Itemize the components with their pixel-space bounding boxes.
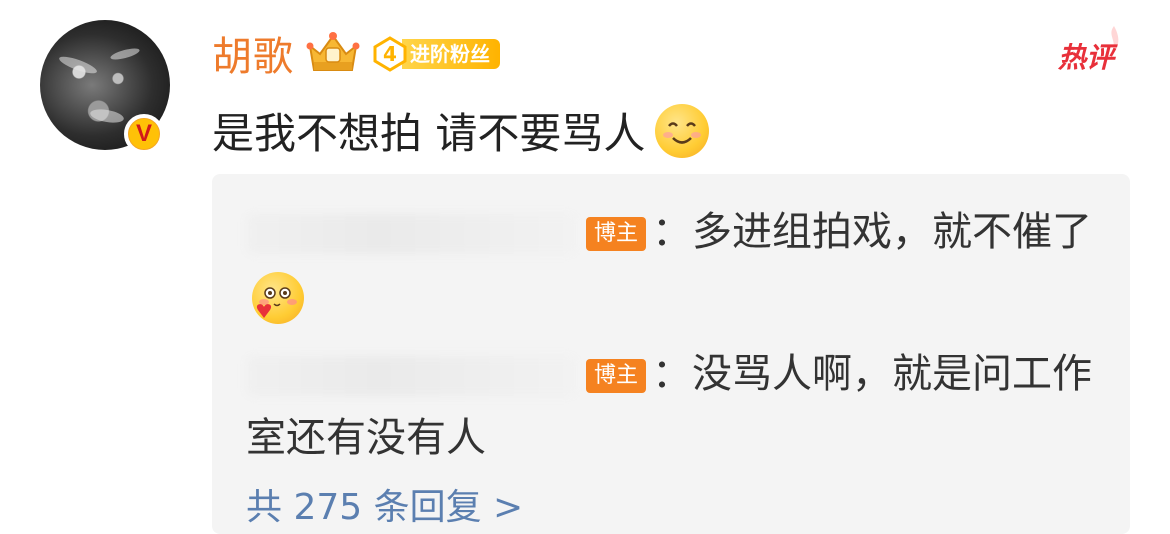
author-tag: 博主 (586, 217, 647, 251)
blurred-username (246, 356, 576, 396)
fan-level-icon: 4 (372, 36, 408, 72)
more-replies-link[interactable]: 共 275 条回复 > (246, 478, 523, 530)
comment-body: 是我不想拍 请不要骂人 (212, 109, 646, 158)
smile-emoji-icon (655, 103, 710, 158)
reply-text: ：多进组拍戏，就不催了 (652, 209, 1093, 255)
verified-badge-icon: V (124, 114, 164, 154)
comment-text: 是我不想拍 请不要骂人 (212, 100, 710, 161)
fan-badge[interactable]: 4 进阶粉丝 (372, 36, 500, 72)
hot-comment-label: 热评 (1057, 41, 1114, 74)
reply-item[interactable]: 博主 ：多进组拍戏，就不催了 (246, 200, 1096, 328)
crown-icon (306, 32, 360, 71)
author-tag: 博主 (586, 359, 647, 393)
reply-box: 博主 ：多进组拍戏，就不催了 博主 ：没骂人啊，就是问工作室还有没有人 共 275 … (212, 174, 1130, 534)
fan-badge-label: 进阶粉丝 (402, 39, 500, 69)
reply-item[interactable]: 博主 ：没骂人啊，就是问工作室还有没有人 (246, 342, 1096, 470)
blurred-username (246, 214, 576, 254)
blush-heart-emoji-icon (252, 272, 304, 324)
username[interactable]: 胡歌 (212, 24, 294, 82)
